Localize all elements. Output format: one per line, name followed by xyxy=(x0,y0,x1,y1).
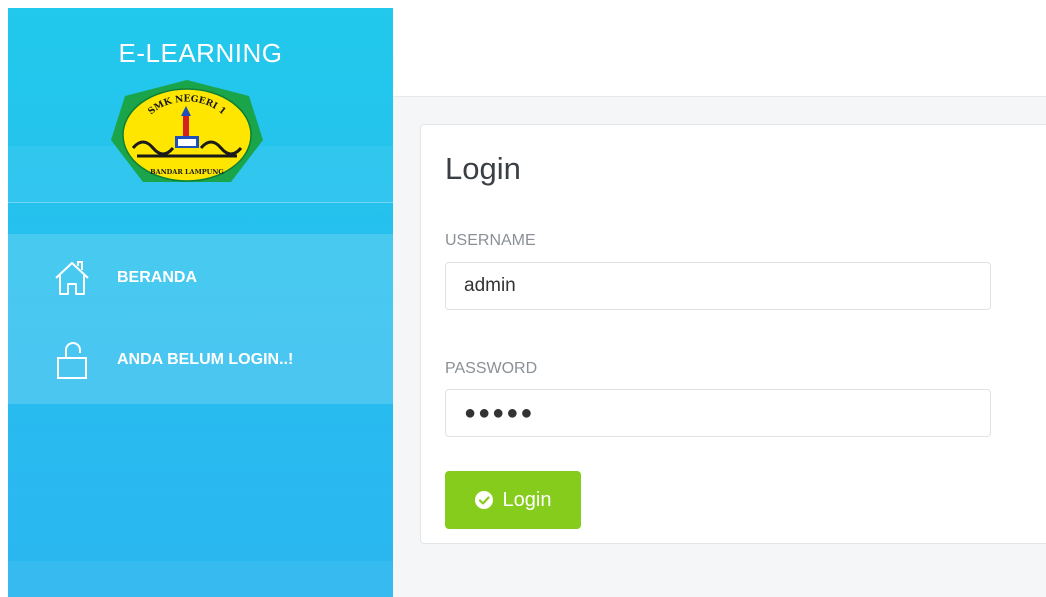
home-icon xyxy=(55,261,89,295)
username-label: USERNAME xyxy=(445,232,536,249)
sidebar-menu: BERANDA ANDA BELUM LOGIN..! xyxy=(8,234,393,404)
left-gutter xyxy=(0,0,8,597)
sidebar-title: E-LEARNING xyxy=(118,38,283,68)
username-input[interactable] xyxy=(445,262,991,310)
login-button-label: Login xyxy=(502,488,552,511)
sidebar-bottom-band xyxy=(8,561,393,597)
password-label: PASSWORD xyxy=(445,360,538,377)
check-circle-icon xyxy=(474,491,493,509)
login-button[interactable]: Login xyxy=(445,471,581,529)
app-window: E-LEARNING SMK NEGERI 1 BANDAR LAMPUNG B… xyxy=(0,0,1046,597)
sidebar-item-label: ANDA BELUM LOGIN..! xyxy=(117,351,294,368)
login-card: Login USERNAME PASSWORD Login xyxy=(420,124,1046,544)
sidebar-item-login-status[interactable]: ANDA BELUM LOGIN..! xyxy=(8,330,393,390)
sidebar-item-beranda[interactable]: BERANDA xyxy=(8,248,393,308)
sidebar-divider xyxy=(8,202,393,203)
login-title: Login xyxy=(445,151,521,186)
top-bar xyxy=(393,0,1046,97)
main-content: Login USERNAME PASSWORD Login xyxy=(393,97,1046,597)
logo-bottom-text: BANDAR LAMPUNG xyxy=(150,168,224,176)
password-input[interactable] xyxy=(445,389,991,437)
unlock-icon xyxy=(57,342,87,379)
sidebar: E-LEARNING SMK NEGERI 1 BANDAR LAMPUNG B… xyxy=(8,8,393,597)
sidebar-item-label: BERANDA xyxy=(117,269,197,286)
school-logo: SMK NEGERI 1 BANDAR LAMPUNG xyxy=(111,80,263,182)
